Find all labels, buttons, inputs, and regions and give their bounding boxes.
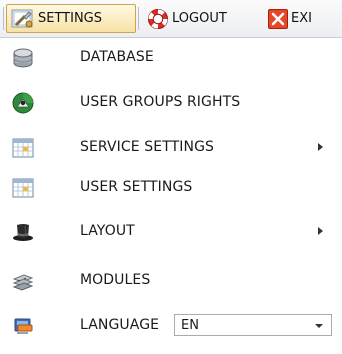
menu-item-modules[interactable]: MODULES <box>0 261 342 301</box>
settings-menu: DATABASE USER GROUPS RIGHTS SERVICE SETT… <box>0 38 342 354</box>
menu-item-database[interactable]: DATABASE <box>0 38 342 78</box>
exit-close-icon <box>268 8 288 29</box>
logout-button[interactable]: LOGOUT <box>143 4 259 33</box>
menu-item-label: USER SETTINGS <box>80 179 193 195</box>
chevron-down-icon[interactable] <box>315 324 323 328</box>
toolbar: SETTINGS LOGOUT EXI <box>0 0 342 38</box>
menu-item-label: LAYOUT <box>80 223 135 239</box>
menu-item-label: USER GROUPS RIGHTS <box>80 94 241 110</box>
toolbar-separator <box>3 7 4 30</box>
menu-item-user-settings[interactable]: USER SETTINGS <box>0 168 342 208</box>
settings-wrench-icon <box>11 9 33 27</box>
menu-item-language[interactable]: LANGUAGE EN <box>0 306 342 346</box>
menu-item-label: LANGUAGE <box>80 317 160 333</box>
modules-stack-icon <box>12 274 34 291</box>
submenu-arrow-icon <box>318 227 323 235</box>
logout-label: LOGOUT <box>172 11 227 26</box>
menu-item-layout[interactable]: LAYOUT <box>0 212 342 252</box>
exit-button[interactable]: EXI <box>264 4 342 33</box>
language-select-value: EN <box>181 318 199 333</box>
menu-item-service-settings[interactable]: SERVICE SETTINGS <box>0 128 342 168</box>
exit-label: EXI <box>291 11 312 26</box>
menu-item-label: DATABASE <box>80 49 154 65</box>
database-icon <box>13 48 33 68</box>
menu-item-user-groups-rights[interactable]: USER GROUPS RIGHTS <box>0 83 342 123</box>
language-monitor-icon <box>14 318 33 334</box>
calendar-grid-icon <box>12 138 34 158</box>
language-select[interactable]: EN <box>174 314 332 336</box>
toolbar-separator <box>138 7 139 30</box>
submenu-arrow-icon <box>318 143 323 151</box>
menu-item-label: MODULES <box>80 272 151 288</box>
settings-label: SETTINGS <box>38 11 103 26</box>
user-groups-icon <box>12 92 34 114</box>
settings-button[interactable]: SETTINGS <box>6 4 136 33</box>
menu-item-label: SERVICE SETTINGS <box>80 139 214 155</box>
top-hat-icon <box>13 224 33 241</box>
logout-lifebuoy-icon <box>148 8 168 29</box>
calendar-grid-icon <box>12 178 34 198</box>
